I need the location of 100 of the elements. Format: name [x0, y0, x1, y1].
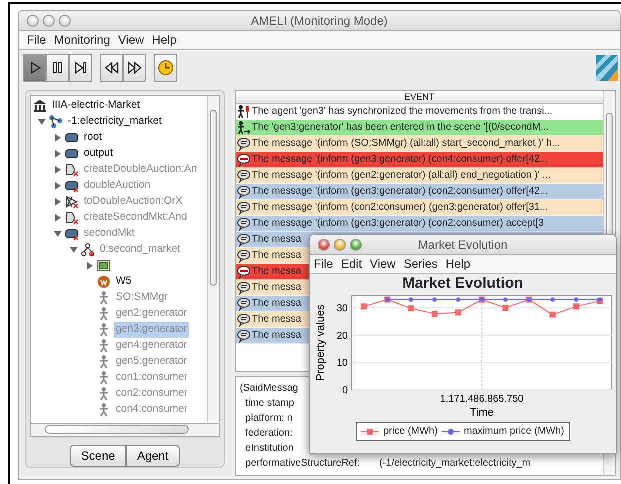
- column-header[interactable]: EVENT: [236, 91, 603, 104]
- person-icon: [97, 291, 111, 305]
- event-text: The messa: [252, 313, 302, 327]
- clock-button[interactable]: [154, 54, 177, 82]
- logo-drawing: [596, 55, 618, 81]
- axis-tick-label: 20: [336, 330, 348, 342]
- event-text: The messa: [252, 297, 302, 311]
- speech-bubble-icon: [237, 136, 251, 150]
- speech-bubble-icon: [237, 232, 251, 246]
- transition-icon: [65, 195, 79, 209]
- menu-item[interactable]: Edit: [337, 255, 366, 273]
- scrollbar[interactable]: [207, 96, 219, 424]
- chart-title: Market Evolution: [402, 274, 524, 294]
- speech-bubble-icon: [237, 248, 251, 262]
- institution-icon: [33, 99, 47, 113]
- speech-bubble-icon: [237, 296, 251, 310]
- person-icon: [97, 403, 111, 417]
- tree-item[interactable]: IIIA-electric-Market: [50, 98, 142, 114]
- folder-icon: [97, 259, 111, 273]
- step-forward-button[interactable]: [69, 54, 92, 82]
- data-point: [408, 306, 414, 312]
- menu-item[interactable]: File: [23, 31, 50, 49]
- event-row[interactable]: The message '(inform (con2:consumer) (gen3:generator) offer[31...: [236, 200, 603, 216]
- data-point: [503, 298, 508, 302]
- menu-item[interactable]: Help: [442, 255, 475, 273]
- person-icon: [97, 355, 111, 369]
- agent-sync-icon: [237, 104, 251, 118]
- data-point: [456, 298, 461, 302]
- clock-icon: [158, 60, 174, 76]
- event-row[interactable]: The message '(inform (SO:SMMgr) (all:all) start_second_market )' h...: [236, 136, 603, 152]
- axis-title: Time: [470, 407, 494, 418]
- tree-item[interactable]: root: [82, 130, 104, 146]
- scrollbar[interactable]: [30, 424, 220, 437]
- instance-icon: [81, 243, 95, 257]
- scene-icon: [65, 131, 79, 145]
- window-button[interactable]: [27, 14, 39, 26]
- menu-item[interactable]: File: [310, 255, 338, 273]
- speech-bubble-icon: [237, 200, 251, 214]
- event-row[interactable]: The 'gen3:generator' has been entered in the scene '[(0/secondM...: [236, 120, 603, 136]
- event-text: The message '(inform (gen3:generator) (con2:consumer) accept[3: [252, 217, 544, 231]
- network-icon: [49, 115, 63, 129]
- detail-line: time stamp: [244, 397, 294, 411]
- rewind-button[interactable]: [100, 54, 123, 82]
- axis-tick-label: 0: [342, 386, 348, 396]
- event-text: The message '(inform (gen2:generator) (all:all) end_negotiation )' ...: [252, 169, 551, 183]
- pause-button[interactable]: [46, 54, 69, 82]
- step-forward-icon: [72, 60, 88, 76]
- w-badge-icon: [97, 275, 111, 289]
- menu-item[interactable]: Series: [400, 255, 442, 273]
- data-point: [409, 298, 414, 302]
- expand-arrow-icon[interactable]: [53, 149, 63, 159]
- speech-bubble-icon: [237, 184, 251, 198]
- speech-bubble-icon: [237, 328, 251, 342]
- event-text: The 'gen3:generator' has been entered in the scene '[(0/secondM...: [252, 121, 550, 135]
- menu-item[interactable]: View: [114, 31, 148, 49]
- speech-bubble-icon: [237, 216, 251, 230]
- event-text: The message '(inform (SO:SMMgr) (all:all) start_second_market )' h...: [252, 137, 560, 151]
- speech-bubble-icon: [237, 312, 251, 326]
- person-icon: [97, 339, 111, 353]
- data-point: [432, 298, 437, 302]
- tree-item[interactable]: output: [82, 146, 116, 162]
- legend-marker-icon: [442, 426, 460, 436]
- window-title: Market Evolution: [418, 236, 508, 254]
- axis-tick-label: 1.171.486.865.750: [440, 394, 524, 405]
- menu-item[interactable]: Monitoring: [50, 31, 114, 49]
- window-button[interactable]: [318, 238, 330, 250]
- tree-item[interactable]: -1:electricity_market: [66, 114, 164, 130]
- transition-icon: [65, 211, 79, 225]
- expand-arrow-icon[interactable]: [37, 117, 47, 127]
- person-icon: [97, 307, 111, 321]
- person-icon: [97, 387, 111, 401]
- agent-enter-icon: [237, 120, 251, 134]
- legend-marker-icon: [361, 426, 380, 436]
- window-button[interactable]: [43, 14, 55, 26]
- menu-item[interactable]: Help: [148, 31, 181, 49]
- scene-icon: [65, 179, 79, 193]
- play-button[interactable]: [23, 54, 46, 82]
- person-icon: [97, 323, 111, 337]
- event-row[interactable]: The message '(inform (gen3:generator) (con4:consumer) offer[42...: [236, 152, 603, 168]
- speech-bubble-icon: [237, 168, 251, 182]
- event-text: The agent 'gen3' has synchronized the movements from the transi...: [252, 105, 553, 119]
- tab[interactable]: Scene: [70, 445, 126, 467]
- window-button[interactable]: [59, 14, 71, 26]
- detail-line: platform: n: [244, 412, 293, 426]
- expand-arrow-icon[interactable]: [53, 133, 63, 143]
- tab[interactable]: Agent: [126, 445, 180, 467]
- event-row[interactable]: The message '(inform (gen2:generator) (all:all) end_negotiation )' ...: [236, 168, 603, 184]
- event-row[interactable]: The message '(inform (gen3:generator) (con2:consumer) accept[3: [236, 216, 603, 232]
- detail-line: (SaidMessag: [240, 382, 298, 396]
- person-icon: [97, 371, 111, 385]
- detail-line: performativeStructureRef: (-1/electricity_market:electricity_m: [244, 457, 531, 471]
- transition-icon: [65, 163, 79, 177]
- event-text: The message '(inform (gen3:generator) (con4:consumer) offer[42...: [252, 153, 548, 167]
- menu-item[interactable]: View: [366, 255, 400, 273]
- event-text: The message '(inform (gen3:generator) (con2:consumer) offer[42...: [252, 185, 548, 199]
- legend-label: maximum price (MWh): [464, 425, 564, 439]
- event-row[interactable]: The message '(inform (gen3:generator) (con2:consumer) offer[42...: [236, 184, 603, 200]
- fast-forward-icon: [126, 60, 142, 76]
- fast-forward-button[interactable]: [123, 54, 146, 82]
- rewind-icon: [104, 60, 120, 76]
